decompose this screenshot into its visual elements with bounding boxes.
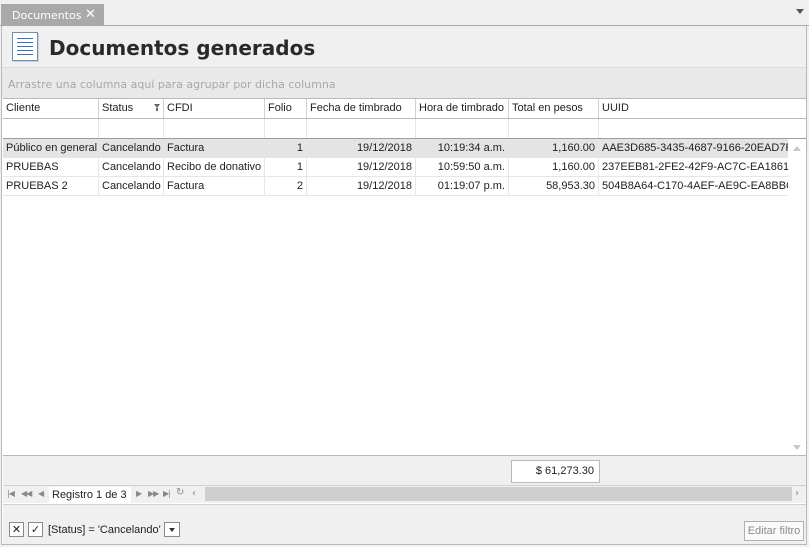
cell-cfdi: Recibo de donativo — [164, 158, 265, 176]
record-navigator: |◀ ◀◀ ◀ Registro 1 de 3 ▶ ▶▶ ▶| ↻ ‹ › — [3, 486, 806, 503]
scroll-left-icon[interactable]: ‹ — [192, 488, 196, 499]
cell-fecha: 19/12/2018 — [307, 177, 416, 195]
cell-fecha: 19/12/2018 — [307, 158, 416, 176]
chevron-down-icon[interactable] — [796, 9, 804, 14]
cell-hora: 10:59:50 a.m. — [416, 158, 509, 176]
column-header-hora[interactable]: Hora de timbrado — [416, 99, 509, 118]
table-row[interactable]: Público en general Cancelando Factura 1 … — [3, 139, 788, 158]
filter-cell-uuid[interactable] — [599, 119, 788, 138]
tab-documentos[interactable]: Documentos ✕ — [1, 4, 104, 26]
cell-cliente: Público en general — [3, 139, 99, 157]
column-header-uuid[interactable]: UUID — [599, 99, 806, 118]
filter-cell-status[interactable] — [99, 119, 164, 138]
column-header-status[interactable]: Status — [99, 99, 164, 118]
filter-expression[interactable]: [Status] = 'Cancelando' — [48, 524, 161, 536]
column-header-row: Cliente Status CFDI Folio Fecha de timbr… — [3, 99, 806, 119]
cell-folio: 1 — [265, 139, 307, 157]
column-header-folio[interactable]: Folio — [265, 99, 307, 118]
clear-filter-button[interactable]: ✕ — [9, 522, 24, 537]
cell-cliente: PRUEBAS — [3, 158, 99, 176]
filter-funnel-icon[interactable] — [154, 104, 160, 111]
filter-cell-total[interactable] — [509, 119, 599, 138]
vertical-scrollbar[interactable] — [788, 139, 806, 455]
document-tab-bar: Documentos ✕ — [0, 0, 809, 26]
cell-cfdi: Factura — [164, 177, 265, 195]
page-header: Documentos generados — [2, 26, 806, 67]
cell-folio: 1 — [265, 158, 307, 176]
record-counter: Registro 1 de 3 — [49, 487, 131, 503]
column-header-fecha[interactable]: Fecha de timbrado — [307, 99, 416, 118]
documents-grid: Cliente Status CFDI Folio Fecha de timbr… — [3, 98, 806, 456]
table-row[interactable]: PRUEBAS 2 Cancelando Factura 2 19/12/201… — [3, 177, 788, 196]
column-header-cfdi[interactable]: CFDI — [164, 99, 265, 118]
close-icon[interactable]: ✕ — [85, 7, 96, 22]
cell-uuid: 504B8A64-C170-4AEF-AE9C-EA8BBC6A — [602, 180, 788, 192]
table-row[interactable]: PRUEBAS Cancelando Recibo de donativo 1 … — [3, 158, 788, 177]
filter-cell-fecha[interactable] — [307, 119, 416, 138]
cell-cliente: PRUEBAS 2 — [3, 177, 99, 195]
cell-fecha: 19/12/2018 — [307, 139, 416, 157]
previous-page-icon[interactable]: ◀◀ — [21, 489, 32, 498]
last-page-icon[interactable]: ▶| — [163, 489, 171, 498]
next-record-icon[interactable]: ▶ — [136, 489, 142, 498]
cell-folio: 2 — [265, 177, 307, 195]
cell-total: 1,160.00 — [509, 139, 599, 157]
filter-enabled-checkbox[interactable]: ✓ — [28, 522, 43, 537]
documents-panel: Documentos generados Arrastre una column… — [1, 26, 807, 545]
scroll-right-icon[interactable]: › — [795, 488, 799, 499]
column-header-label: Status — [102, 102, 134, 114]
auto-filter-row — [3, 119, 806, 139]
column-header-total[interactable]: Total en pesos — [509, 99, 599, 118]
document-list-icon — [12, 32, 38, 61]
total-summary: $ 61,273.30 — [511, 460, 600, 483]
first-page-icon[interactable]: |◀ — [7, 489, 15, 498]
column-header-cliente[interactable]: Cliente — [3, 99, 99, 118]
page-title: Documentos generados — [49, 36, 316, 60]
grid-footer: $ 61,273.30 — [3, 456, 806, 486]
horizontal-scrollbar-thumb[interactable] — [205, 487, 792, 501]
previous-record-icon[interactable]: ◀ — [38, 489, 44, 498]
refresh-icon[interactable]: ↻ — [176, 487, 184, 498]
scroll-down-icon[interactable] — [793, 445, 801, 450]
filter-cell-cfdi[interactable] — [164, 119, 265, 138]
edit-filter-button[interactable]: Editar filtro — [744, 521, 804, 541]
tab-label: Documentos — [12, 9, 82, 22]
scroll-up-icon[interactable] — [793, 146, 801, 151]
cell-status: Cancelando — [99, 177, 164, 195]
cell-uuid: AAE3D685-3435-4687-9166-20EAD7F5 — [602, 142, 788, 154]
cell-hora: 01:19:07 p.m. — [416, 177, 509, 195]
cell-status: Cancelando — [99, 139, 164, 157]
next-page-icon[interactable]: ▶▶ — [148, 489, 159, 498]
filter-history-dropdown[interactable] — [164, 522, 180, 537]
filter-panel: ✕ ✓ [Status] = 'Cancelando' Editar filtr… — [3, 504, 806, 544]
cell-cfdi: Factura — [164, 139, 265, 157]
cell-hora: 10:19:34 a.m. — [416, 139, 509, 157]
cell-uuid: 237EEB81-2FE2-42F9-AC7C-EA18610F — [602, 161, 788, 173]
cell-status: Cancelando — [99, 158, 164, 176]
cell-total: 58,953.30 — [509, 177, 599, 195]
filter-cell-folio[interactable] — [265, 119, 307, 138]
filter-cell-hora[interactable] — [416, 119, 509, 138]
group-by-panel[interactable]: Arrastre una columna aquí para agrupar p… — [2, 67, 806, 98]
cell-total: 1,160.00 — [509, 158, 599, 176]
filter-cell-cliente[interactable] — [3, 119, 99, 138]
group-by-hint: Arrastre una columna aquí para agrupar p… — [8, 78, 336, 91]
